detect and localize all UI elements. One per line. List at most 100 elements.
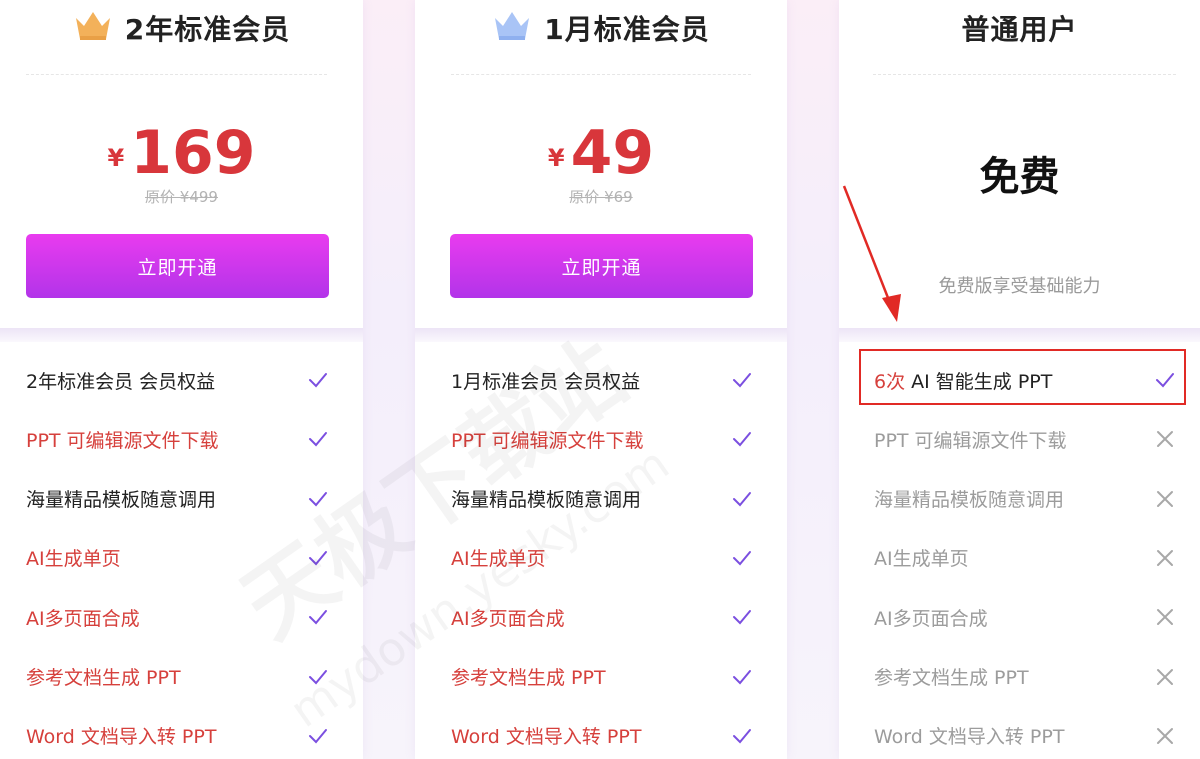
feature-text: AI多页面合成 <box>451 607 565 630</box>
plan-card-1month: 1月标准会员 ¥ 49 原价 ¥69 立即开通 1月标准会员 会员权益 PPT 可… <box>415 0 787 759</box>
close-icon <box>1157 668 1173 685</box>
check-icon <box>733 432 751 447</box>
feature-label: 2年标准会员 会员权益 <box>26 367 215 394</box>
price-value: 49 <box>570 118 655 188</box>
feature-text: 1月标准会员 会员权益 <box>451 370 641 393</box>
check-icon <box>309 432 327 447</box>
feature-label: AI多页面合成 <box>874 604 988 631</box>
feature-label: AI生成单页 <box>26 544 121 571</box>
feature-text: AI生成单页 <box>26 548 121 571</box>
header-divider <box>873 74 1176 75</box>
check-icon <box>309 728 327 744</box>
feature-row: 参考文档生成 PPT <box>0 662 363 692</box>
feature-row: 1月标准会员 会员权益 <box>415 365 787 395</box>
feature-row: 2年标准会员 会员权益 <box>0 365 363 395</box>
check-icon <box>309 550 327 566</box>
section-shadow <box>0 328 363 342</box>
plan-title: 2年标准会员 <box>124 13 291 46</box>
feature-row: 参考文档生成 PPT <box>839 662 1200 692</box>
feature-text: PPT 可编辑源文件下载 <box>874 429 1067 452</box>
feature-label: 海量精品模板随意调用 <box>874 485 1064 512</box>
feature-label: AI生成单页 <box>451 544 546 571</box>
feature-text: Word 文档导入转 PPT <box>874 726 1065 749</box>
feature-label: PPT 可编辑源文件下载 <box>26 426 219 453</box>
feature-text: 参考文档生成 PPT <box>26 667 181 689</box>
feature-label: 海量精品模板随意调用 <box>26 485 216 512</box>
column-gap <box>787 0 839 759</box>
currency-symbol: ¥ <box>107 144 125 172</box>
feature-text: AI生成单页 <box>451 548 546 571</box>
arrow-icon <box>830 180 910 334</box>
feature-label: PPT 可编辑源文件下载 <box>874 426 1067 453</box>
feature-text: Word 文档导入转 PPT <box>26 726 217 749</box>
feature-row: 海量精品模板随意调用 <box>0 484 363 514</box>
check-icon <box>733 669 751 684</box>
feature-text: 2年标准会员 会员权益 <box>26 370 216 393</box>
currency-symbol: ¥ <box>547 144 565 172</box>
check-icon <box>733 550 751 566</box>
annotation-highlight-box <box>859 349 1186 405</box>
crown-icon <box>73 9 113 47</box>
close-icon <box>1157 431 1173 448</box>
feature-text: 参考文档生成 PPT <box>874 667 1029 689</box>
crown-icon <box>492 9 532 47</box>
feature-row: 海量精品模板随意调用 <box>415 484 787 514</box>
feature-text: 海量精品模板随意调用 <box>874 489 1065 512</box>
subscribe-button[interactable]: 立即开通 <box>26 234 329 298</box>
feature-label: AI多页面合成 <box>26 604 140 631</box>
feature-row: Word 文档导入转 PPT <box>415 721 787 751</box>
feature-row: PPT 可编辑源文件下载 <box>0 424 363 454</box>
subscribe-button[interactable]: 立即开通 <box>450 234 753 298</box>
crown-icon-shape <box>75 12 110 39</box>
column-gap <box>363 0 415 759</box>
feature-row: AI多页面合成 <box>415 602 787 632</box>
feature-text: AI多页面合成 <box>26 607 140 630</box>
feature-row: PPT 可编辑源文件下载 <box>839 424 1200 454</box>
section-shadow <box>415 328 787 342</box>
check-icon <box>309 373 327 388</box>
check-icon <box>309 669 327 684</box>
close-icon <box>1157 609 1173 626</box>
check-icon <box>733 728 751 744</box>
feature-row: 参考文档生成 PPT <box>415 662 787 692</box>
feature-label: AI生成单页 <box>874 544 969 571</box>
feature-label: 参考文档生成 PPT <box>451 663 606 690</box>
plan-title-row: 2年标准会员 <box>0 6 363 50</box>
feature-row: AI生成单页 <box>839 543 1200 573</box>
feature-label: Word 文档导入转 PPT <box>451 722 641 749</box>
header-divider <box>451 74 751 75</box>
plan-title-row: 1月标准会员 <box>415 6 787 50</box>
original-price: 原价 ¥499 <box>145 188 218 206</box>
feature-label: 参考文档生成 PPT <box>26 663 181 690</box>
feature-label: 海量精品模板随意调用 <box>451 485 641 512</box>
feature-row: AI生成单页 <box>0 543 363 573</box>
close-icon <box>1157 727 1173 744</box>
feature-label: Word 文档导入转 PPT <box>26 722 216 749</box>
price-value: 169 <box>130 118 256 188</box>
plan-title: 普通用户 <box>961 13 1078 46</box>
feature-row: AI生成单页 <box>415 543 787 573</box>
feature-text: 海量精品模板随意调用 <box>26 489 217 512</box>
original-price: 原价 ¥69 <box>569 188 633 206</box>
feature-text: 海量精品模板随意调用 <box>451 489 642 512</box>
feature-label: 参考文档生成 PPT <box>874 663 1029 690</box>
check-icon <box>733 610 751 625</box>
plan-title: 1月标准会员 <box>544 13 710 46</box>
plan-header: 2年标准会员 ¥ 169 原价 ¥499 立即开通 <box>0 0 363 328</box>
feature-row: 海量精品模板随意调用 <box>839 484 1200 514</box>
feature-text: AI生成单页 <box>874 548 969 571</box>
feature-row: AI多页面合成 <box>0 602 363 632</box>
close-icon <box>1157 490 1173 507</box>
feature-label: Word 文档导入转 PPT <box>874 722 1064 749</box>
check-icon <box>309 610 327 625</box>
feature-label: PPT 可编辑源文件下载 <box>451 426 644 453</box>
feature-row: AI多页面合成 <box>839 602 1200 632</box>
feature-row: Word 文档导入转 PPT <box>839 721 1200 751</box>
feature-label: 1月标准会员 会员权益 <box>451 367 640 394</box>
feature-text: AI多页面合成 <box>874 607 988 630</box>
close-icon <box>1157 549 1173 566</box>
check-icon <box>733 491 751 507</box>
crown-icon-shape <box>495 12 530 39</box>
price: ¥ 49 <box>415 108 787 188</box>
feature-text: 参考文档生成 PPT <box>451 667 606 689</box>
